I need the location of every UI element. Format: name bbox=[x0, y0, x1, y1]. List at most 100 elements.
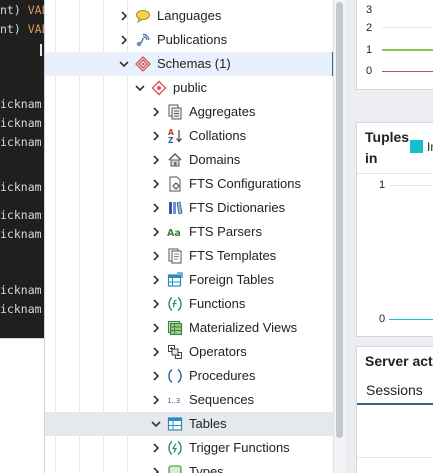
series-line bbox=[382, 71, 433, 72]
object-browser-tree: Languages Publications Schemas (1) publi… bbox=[44, 0, 334, 473]
tree-item-materialized-views[interactable]: Materialized Views bbox=[45, 316, 334, 340]
chevron-right-icon[interactable] bbox=[149, 176, 163, 192]
editor-line: icknam bbox=[0, 283, 42, 297]
operators-icon bbox=[167, 344, 183, 360]
publications-icon bbox=[135, 32, 151, 48]
tree-item-label: Foreign Tables bbox=[189, 272, 275, 287]
tree-item-aggregates[interactable]: Aggregates bbox=[45, 100, 334, 124]
chevron-right-icon[interactable] bbox=[149, 296, 163, 312]
materialized-views-icon bbox=[167, 320, 183, 336]
tree-item-publications[interactable]: Publications bbox=[45, 28, 334, 52]
chevron-right-icon[interactable] bbox=[149, 224, 163, 240]
procedures-icon bbox=[167, 368, 183, 384]
tree-item-fts-dictionaries[interactable]: FTS Dictionaries bbox=[45, 196, 334, 220]
chevron-right-icon[interactable] bbox=[149, 248, 163, 264]
editor-line: icknam bbox=[0, 227, 42, 241]
chevron-right-icon[interactable] bbox=[149, 128, 163, 144]
series-line bbox=[389, 319, 433, 320]
tree-item-operators[interactable]: Operators bbox=[45, 340, 334, 364]
card-title: in bbox=[365, 150, 378, 166]
fts-templates-icon bbox=[167, 248, 183, 264]
types-icon bbox=[167, 464, 183, 473]
editor-line: icknam bbox=[0, 180, 42, 194]
functions-icon bbox=[167, 296, 183, 312]
tree-item-label: Sequences bbox=[189, 392, 255, 407]
query-editor[interactable]: nt) VAL nt) VAL icknam icknam icknam ick… bbox=[0, 0, 44, 338]
tree-scrollbar-thumb[interactable] bbox=[336, 2, 343, 438]
chevron-right-icon[interactable] bbox=[149, 104, 163, 120]
chevron-right-icon[interactable] bbox=[149, 272, 163, 288]
fts-configurations-icon bbox=[167, 176, 183, 192]
tree-item-label: Schemas (1) bbox=[157, 56, 231, 71]
divider bbox=[357, 457, 433, 458]
chevron-right-icon[interactable] bbox=[149, 344, 163, 360]
chevron-down-icon[interactable] bbox=[133, 80, 147, 96]
activity-chart-card: 3 2 1 0 bbox=[356, 0, 433, 90]
tree-item-functions[interactable]: Functions bbox=[45, 292, 334, 316]
tree-item-procedures[interactable]: Procedures bbox=[45, 364, 334, 388]
tree-item-label: Materialized Views bbox=[189, 320, 298, 335]
editor-line: nt) VAL bbox=[0, 3, 44, 17]
tree-item-domains[interactable]: Domains bbox=[45, 148, 334, 172]
divider bbox=[357, 173, 433, 174]
tree-scrollbar[interactable] bbox=[333, 0, 345, 473]
chevron-right-icon[interactable] bbox=[149, 368, 163, 384]
y-tick-label: 0 bbox=[366, 65, 373, 77]
tree-item-fts-parsers[interactable]: Aa FTS Parsers bbox=[45, 220, 334, 244]
tree-item-public[interactable]: public bbox=[45, 76, 334, 100]
card-title: Tuples bbox=[365, 129, 410, 145]
tree-item-label: Aggregates bbox=[189, 104, 256, 119]
chevron-right-icon[interactable] bbox=[149, 320, 163, 336]
svg-text:Aa: Aa bbox=[167, 228, 181, 239]
grid-line bbox=[389, 185, 433, 186]
tree-item-label: FTS Templates bbox=[189, 248, 277, 263]
tree-item-label: Procedures bbox=[189, 368, 256, 383]
chevron-right-icon[interactable] bbox=[149, 200, 163, 216]
tree-item-tables[interactable]: Tables bbox=[45, 412, 334, 436]
y-tick-label: 1 bbox=[379, 179, 386, 191]
tree-item-label: FTS Configurations bbox=[189, 176, 301, 191]
y-tick-label: 1 bbox=[366, 44, 373, 56]
tree-item-label: FTS Parsers bbox=[189, 224, 262, 239]
chevron-down-icon[interactable] bbox=[149, 416, 163, 432]
editor-line: icknam bbox=[0, 116, 42, 130]
tree-item-schemas[interactable]: Schemas (1) bbox=[45, 52, 334, 76]
card-title: Server acti bbox=[365, 353, 433, 369]
tree-item-types[interactable]: Types bbox=[45, 460, 334, 473]
foreign-tables-icon bbox=[167, 272, 183, 288]
tree-item-fts-templates[interactable]: FTS Templates bbox=[45, 244, 334, 268]
tree-item-label: Domains bbox=[189, 152, 241, 167]
chevron-right-icon[interactable] bbox=[117, 8, 131, 24]
y-tick-label: 2 bbox=[366, 22, 373, 34]
chevron-right-icon[interactable] bbox=[149, 464, 163, 473]
fts-dictionaries-icon bbox=[167, 200, 183, 216]
tree-item-label: Operators bbox=[189, 344, 247, 359]
tree-item-languages[interactable]: Languages bbox=[45, 4, 334, 28]
domains-icon bbox=[167, 152, 183, 168]
tree-item-collations[interactable]: AZ Collations bbox=[45, 124, 334, 148]
editor-line: nt) VAL bbox=[0, 22, 44, 36]
text-cursor bbox=[40, 44, 42, 56]
chevron-right-icon[interactable] bbox=[149, 392, 163, 408]
svg-text:Z: Z bbox=[168, 136, 174, 144]
tables-icon bbox=[167, 416, 183, 432]
series-line bbox=[382, 49, 433, 51]
server-activity-card: Server acti Sessions bbox=[356, 346, 433, 473]
chevron-down-icon[interactable] bbox=[117, 56, 131, 72]
tree-item-foreign-tables[interactable]: Foreign Tables bbox=[45, 268, 334, 292]
tree-item-label: Publications bbox=[157, 32, 228, 47]
chevron-right-icon[interactable] bbox=[149, 152, 163, 168]
chevron-right-icon[interactable] bbox=[117, 32, 131, 48]
tuples-in-card: Tuples in In 1 0 bbox=[356, 122, 433, 337]
fts-parsers-icon: Aa bbox=[167, 224, 183, 240]
chevron-right-icon[interactable] bbox=[149, 440, 163, 456]
y-tick-label: 3 bbox=[366, 4, 373, 16]
tree-item-label: public bbox=[173, 80, 207, 95]
sequences-icon: 1..3 bbox=[167, 392, 183, 408]
tree-item-label: Trigger Functions bbox=[189, 440, 290, 455]
tree-item-trigger-functions[interactable]: Trigger Functions bbox=[45, 436, 334, 460]
tab-sessions[interactable]: Sessions bbox=[366, 382, 423, 398]
schema-public-icon bbox=[151, 80, 167, 96]
tree-item-fts-configurations[interactable]: FTS Configurations bbox=[45, 172, 334, 196]
tree-item-sequences[interactable]: 1..3 Sequences bbox=[45, 388, 334, 412]
